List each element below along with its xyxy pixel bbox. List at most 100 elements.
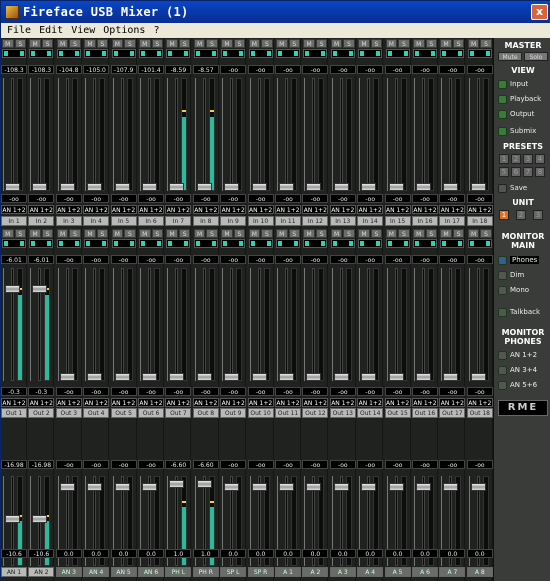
mute-button[interactable]: M bbox=[139, 229, 151, 238]
channel-name[interactable]: Out 9 bbox=[220, 408, 247, 418]
mute-button[interactable]: M bbox=[330, 229, 343, 238]
channel-name[interactable]: In 3 bbox=[55, 216, 82, 226]
solo-button[interactable]: S bbox=[233, 229, 246, 238]
fader-knob[interactable] bbox=[224, 373, 240, 381]
mute-button[interactable]: M bbox=[385, 39, 398, 48]
routing-select[interactable]: AN 1+2 bbox=[275, 205, 301, 214]
channel-name[interactable]: PH L bbox=[165, 567, 192, 577]
phones-an12[interactable]: AN 1+2 bbox=[498, 349, 550, 361]
channel-name[interactable]: A 1 bbox=[275, 567, 301, 577]
fader-knob[interactable] bbox=[114, 482, 130, 491]
channel-name[interactable]: In 7 bbox=[165, 216, 192, 226]
fader-knob[interactable] bbox=[224, 482, 240, 491]
channel-name[interactable]: SP R bbox=[247, 567, 274, 577]
solo-button[interactable]: S bbox=[288, 39, 300, 48]
fader-knob[interactable] bbox=[251, 482, 267, 491]
preset-6[interactable]: 6 bbox=[511, 167, 521, 177]
routing-select[interactable]: AN 1+2 bbox=[357, 398, 384, 407]
solo-button[interactable]: S bbox=[41, 39, 54, 48]
channel-name[interactable]: In 15 bbox=[384, 216, 411, 226]
fader-knob[interactable] bbox=[5, 284, 20, 293]
channel-name[interactable]: Out 15 bbox=[384, 408, 411, 418]
channel-name[interactable]: A 8 bbox=[466, 567, 493, 577]
mute-button[interactable]: M bbox=[111, 229, 124, 238]
phones-an56[interactable]: AN 5+6 bbox=[498, 379, 550, 391]
channel-name[interactable]: Out 4 bbox=[83, 408, 110, 418]
mute-button[interactable]: M bbox=[303, 39, 315, 48]
solo-button[interactable]: S bbox=[151, 229, 163, 238]
mute-button[interactable]: M bbox=[166, 229, 178, 238]
routing-select[interactable]: AN 1+2 bbox=[1, 398, 27, 407]
routing-select[interactable]: AN 1+2 bbox=[138, 398, 164, 407]
channel-name[interactable]: SP L bbox=[220, 567, 247, 577]
channel-name[interactable]: Out 16 bbox=[412, 408, 438, 418]
preset-1[interactable]: 1 bbox=[499, 154, 509, 164]
preset-4[interactable]: 4 bbox=[535, 154, 545, 164]
routing-select[interactable]: AN 1+2 bbox=[110, 398, 137, 407]
channel-name[interactable]: PH R bbox=[192, 567, 219, 577]
routing-select[interactable]: AN 1+2 bbox=[1, 205, 27, 214]
view-playback[interactable]: Playback bbox=[498, 93, 550, 105]
mute-button[interactable]: M bbox=[413, 229, 425, 238]
channel-name[interactable]: Out 7 bbox=[165, 408, 192, 418]
fader-knob[interactable] bbox=[169, 373, 185, 381]
solo-button[interactable]: S bbox=[480, 229, 492, 238]
mute-button[interactable]: M bbox=[56, 39, 69, 48]
channel-name[interactable]: AN 6 bbox=[138, 567, 164, 577]
fader-knob[interactable] bbox=[196, 373, 212, 381]
solo-button[interactable]: S bbox=[69, 39, 81, 48]
fader-knob[interactable] bbox=[388, 183, 404, 191]
routing-select[interactable]: AN 1+2 bbox=[247, 205, 274, 214]
solo-button[interactable]: S bbox=[315, 39, 328, 48]
preset-8[interactable]: 8 bbox=[535, 167, 545, 177]
solo-button[interactable]: S bbox=[41, 229, 54, 238]
preset-2[interactable]: 2 bbox=[511, 154, 521, 164]
mute-button[interactable]: M bbox=[29, 39, 41, 48]
channel-name[interactable]: In 16 bbox=[412, 216, 438, 226]
fader-knob[interactable] bbox=[470, 373, 486, 381]
channel-name[interactable]: AN 4 bbox=[83, 567, 110, 577]
mute-button[interactable]: M bbox=[467, 229, 480, 238]
routing-select[interactable]: AN 1+2 bbox=[466, 398, 493, 407]
channel-name[interactable]: Out 18 bbox=[466, 408, 493, 418]
channel-name[interactable]: Out 12 bbox=[302, 408, 329, 418]
mute-button[interactable]: M bbox=[139, 39, 151, 48]
routing-select[interactable]: AN 1+2 bbox=[466, 205, 493, 214]
routing-select[interactable]: AN 1+2 bbox=[439, 398, 466, 407]
fader-knob[interactable] bbox=[279, 373, 294, 381]
channel-name[interactable]: In 10 bbox=[247, 216, 274, 226]
routing-select[interactable]: AN 1+2 bbox=[275, 398, 301, 407]
mute-button[interactable]: M bbox=[358, 229, 370, 238]
mute-button[interactable]: M bbox=[29, 229, 41, 238]
fader-knob[interactable] bbox=[333, 482, 349, 491]
solo-button[interactable]: Solo bbox=[524, 52, 548, 61]
solo-button[interactable]: S bbox=[315, 229, 328, 238]
channel-name[interactable]: Out 5 bbox=[110, 408, 137, 418]
fader-knob[interactable] bbox=[59, 482, 75, 491]
fader-knob[interactable] bbox=[361, 183, 377, 191]
channel-name[interactable]: In 18 bbox=[466, 216, 493, 226]
routing-select[interactable]: AN 1+2 bbox=[384, 205, 411, 214]
menu-options[interactable]: Options bbox=[99, 25, 149, 36]
channel-name[interactable]: In 1 bbox=[1, 216, 27, 226]
routing-select[interactable]: AN 1+2 bbox=[165, 398, 192, 407]
main-mono[interactable]: Mono bbox=[498, 284, 550, 296]
solo-button[interactable]: S bbox=[343, 39, 355, 48]
channel-name[interactable]: In 12 bbox=[302, 216, 329, 226]
mute-button[interactable]: M bbox=[193, 229, 206, 238]
fader-knob[interactable] bbox=[279, 482, 294, 491]
channel-name[interactable]: AN 3 bbox=[55, 567, 82, 577]
solo-button[interactable]: S bbox=[452, 229, 465, 238]
routing-select[interactable]: AN 1+2 bbox=[138, 205, 164, 214]
phones-an34[interactable]: AN 3+4 bbox=[498, 364, 550, 376]
fader-knob[interactable] bbox=[59, 183, 75, 191]
fader-knob[interactable] bbox=[443, 183, 459, 191]
solo-button[interactable]: S bbox=[124, 229, 136, 238]
fader-knob[interactable] bbox=[306, 482, 322, 491]
channel-name[interactable]: Out 14 bbox=[357, 408, 384, 418]
solo-button[interactable]: S bbox=[124, 39, 136, 48]
channel-name[interactable]: AN 2 bbox=[28, 567, 55, 577]
solo-button[interactable]: S bbox=[370, 229, 383, 238]
solo-button[interactable]: S bbox=[233, 39, 246, 48]
preset-3[interactable]: 3 bbox=[523, 154, 533, 164]
